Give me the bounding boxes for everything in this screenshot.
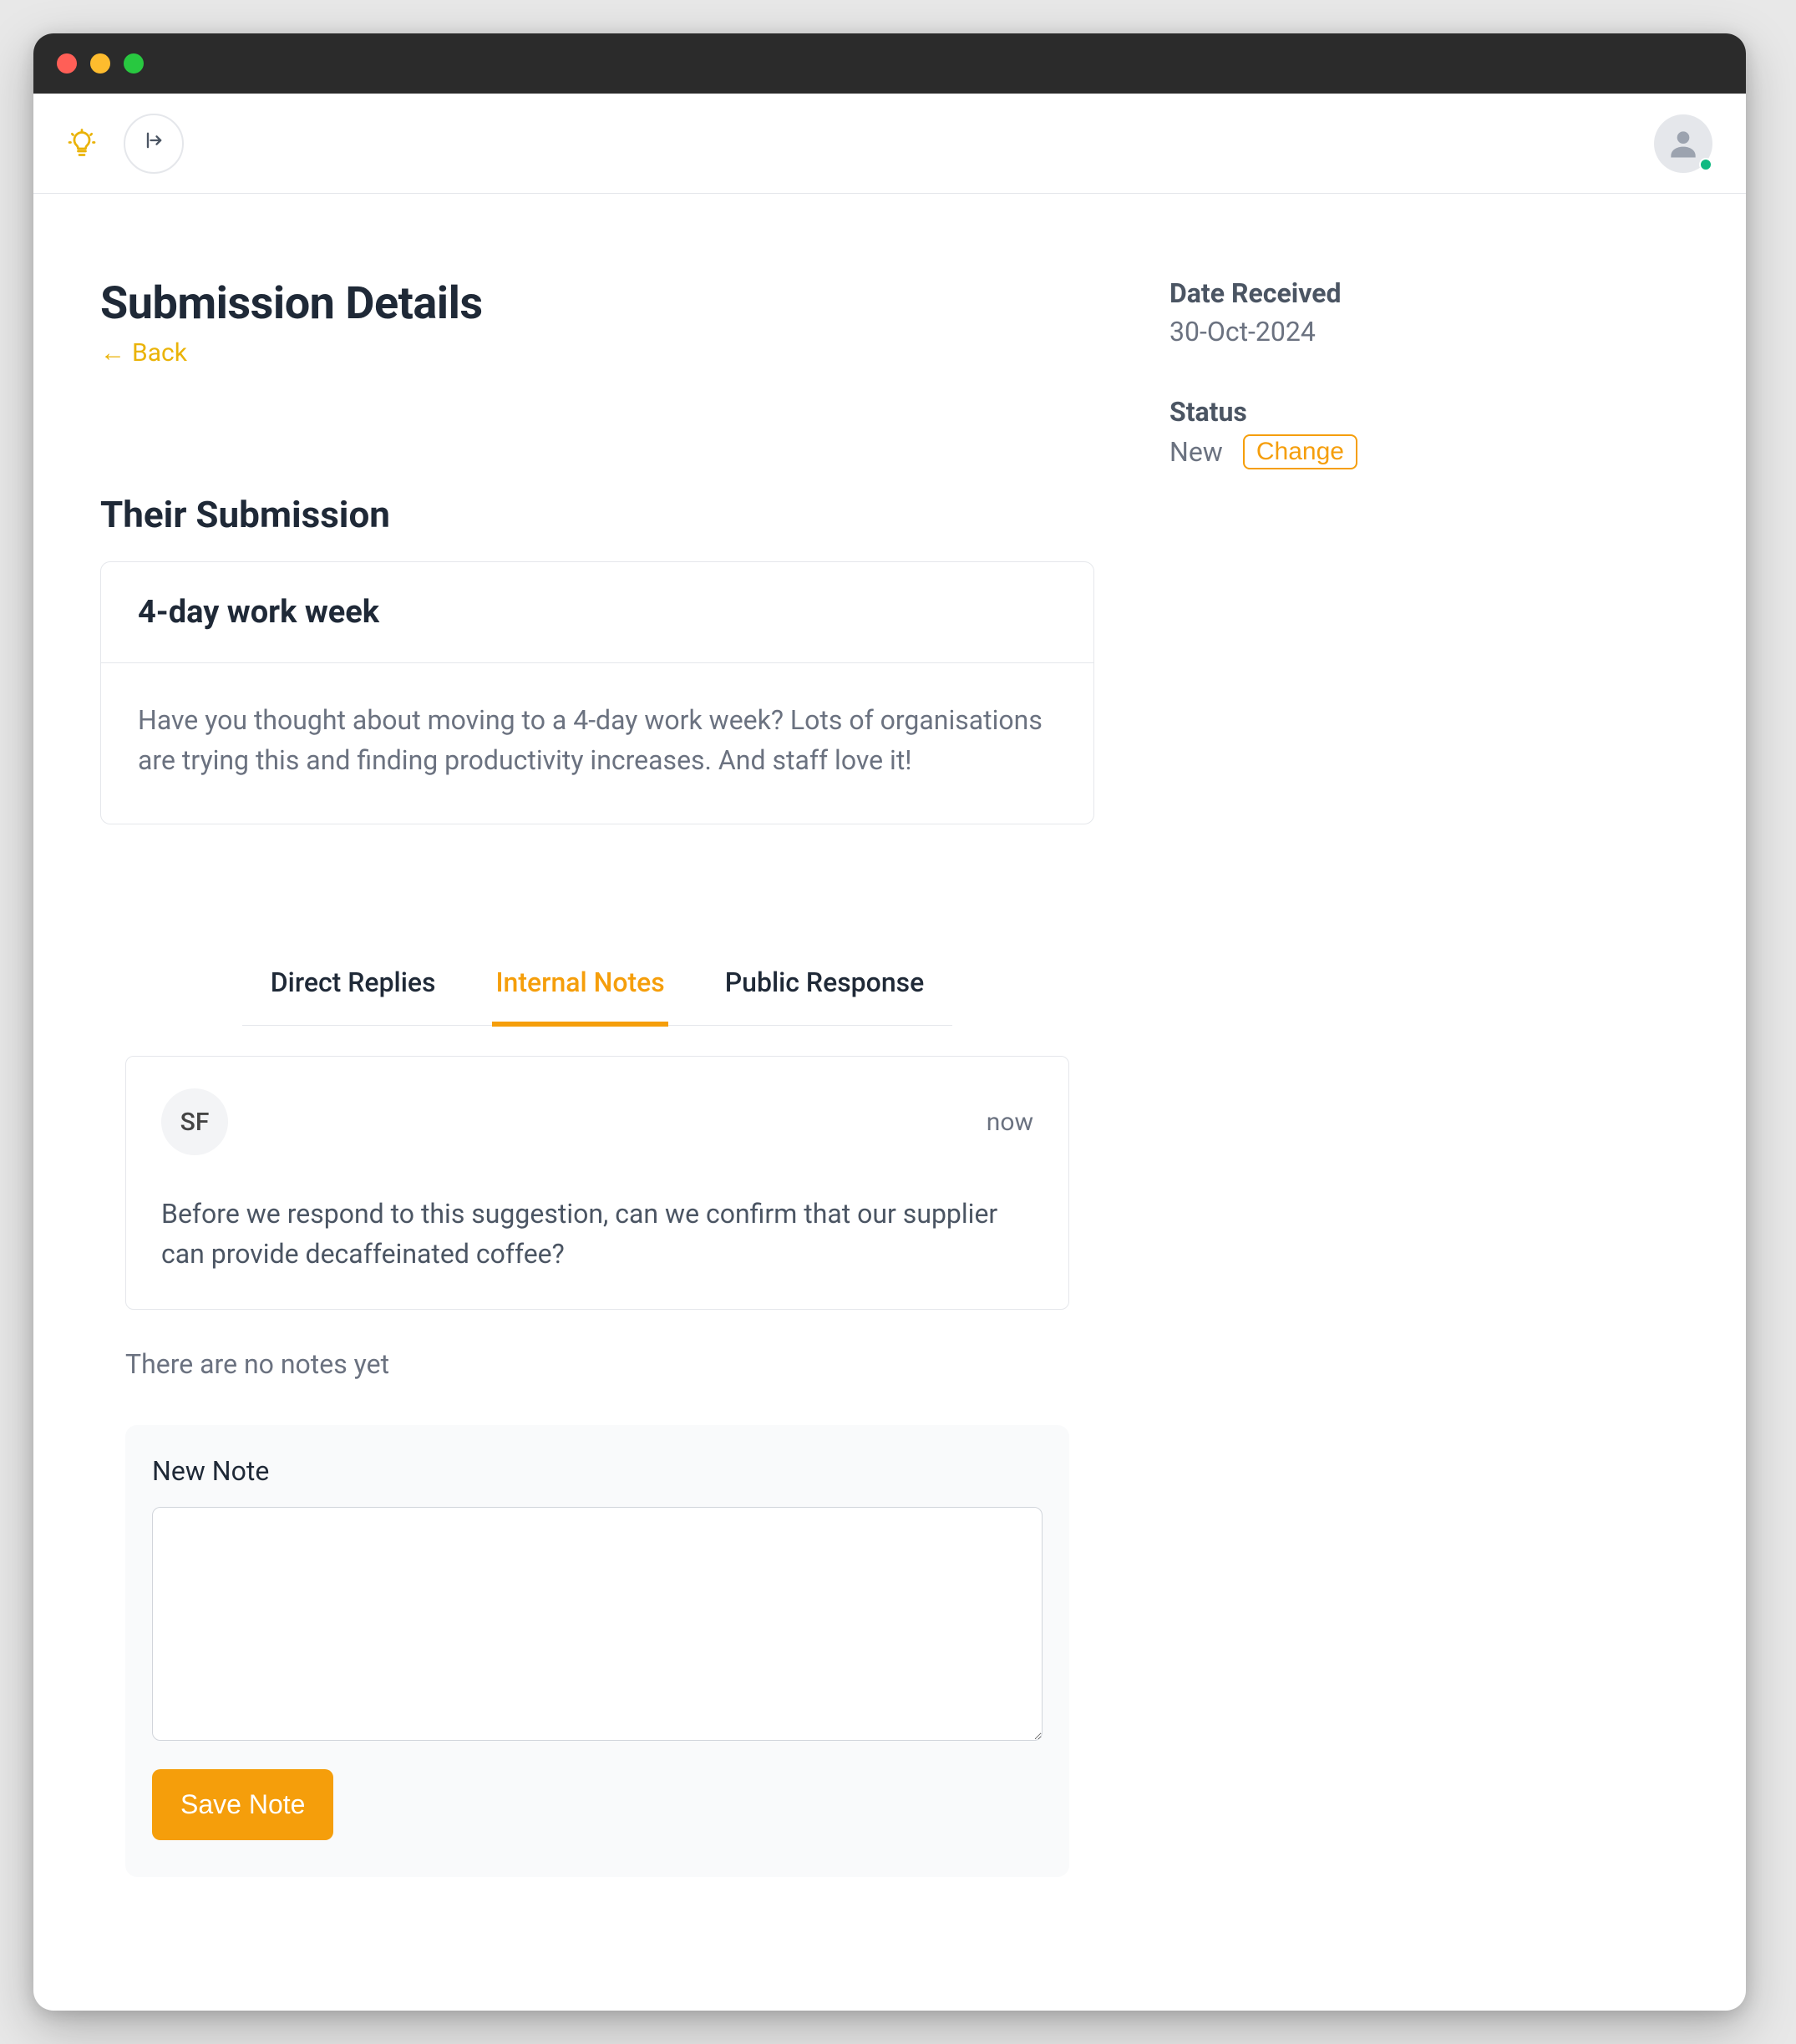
sidebar-collapse-button[interactable] (124, 114, 184, 174)
back-link[interactable]: ← Back (100, 338, 187, 368)
new-note-label: New Note (152, 1455, 1043, 1487)
response-tabs: Direct Replies Internal Notes Public Res… (242, 950, 952, 1026)
app-window: Submission Details ← Back Their Submissi… (33, 33, 1746, 2011)
note-card: SF now Before we respond to this suggest… (125, 1056, 1069, 1310)
note-body: Before we respond to this suggestion, ca… (161, 1194, 1033, 1274)
window-titlebar (33, 33, 1746, 94)
tab-internal-notes[interactable]: Internal Notes (492, 950, 667, 1027)
app-header (33, 94, 1746, 194)
their-submission-heading: Their Submission (100, 493, 1094, 536)
window-close-button[interactable] (57, 53, 77, 74)
window-minimize-button[interactable] (90, 53, 110, 74)
user-menu[interactable] (1654, 114, 1712, 173)
collapse-icon (142, 129, 165, 158)
change-status-button[interactable]: Change (1243, 434, 1357, 469)
tab-direct-replies[interactable]: Direct Replies (267, 950, 439, 1027)
tab-public-response[interactable]: Public Response (722, 950, 927, 1027)
back-link-label: Back (132, 338, 187, 368)
submission-body: Have you thought about moving to a 4-day… (101, 663, 1093, 824)
arrow-left-icon: ← (100, 338, 125, 368)
note-timestamp: now (987, 1108, 1033, 1137)
new-note-panel: New Note Save Note (125, 1425, 1069, 1877)
submission-card: 4-day work week Have you thought about m… (100, 561, 1094, 824)
window-maximize-button[interactable] (124, 53, 144, 74)
date-received-value: 30-Oct-2024 (1169, 316, 1679, 347)
new-note-textarea[interactable] (152, 1507, 1043, 1741)
date-received-label: Date Received (1169, 277, 1679, 309)
traffic-lights (57, 53, 144, 74)
lightbulb-icon (67, 129, 97, 159)
status-label: Status (1169, 396, 1679, 428)
status-value: New (1169, 436, 1223, 468)
note-author-avatar: SF (161, 1088, 228, 1155)
presence-indicator (1699, 158, 1712, 171)
submission-title: 4-day work week (138, 594, 1057, 631)
page-title: Submission Details (100, 277, 1094, 330)
empty-notes-message: There are no notes yet (125, 1348, 1069, 1380)
save-note-button[interactable]: Save Note (152, 1769, 333, 1840)
